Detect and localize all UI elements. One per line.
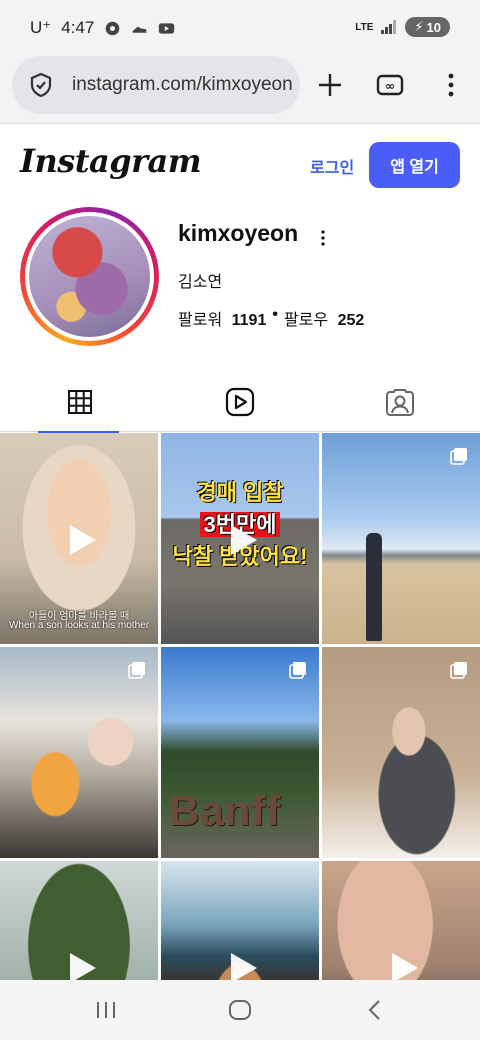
tab-posts[interactable] — [0, 372, 160, 433]
browser-menu-button[interactable] — [436, 70, 466, 100]
tab-reels[interactable] — [160, 372, 320, 432]
followers-label: 팔로워 — [178, 312, 223, 329]
status-bar: U⁺ 4:47 LTE ⚡ 10 — [0, 0, 480, 56]
home-button[interactable] — [225, 998, 255, 1022]
post-thumbnail[interactable]: 경매 입찰 3번만에 낙찰 받았어요! — [161, 433, 319, 644]
back-button[interactable] — [360, 998, 390, 1022]
post-caption-bottom: When a son looks at his mother — [8, 620, 150, 631]
system-navigation-bar — [0, 980, 480, 1040]
post-sign-text: Banff — [169, 787, 282, 834]
multiple-images-icon — [128, 662, 145, 679]
home-icon — [229, 1000, 251, 1020]
login-link[interactable]: 로그인 — [310, 154, 354, 178]
play-icon — [231, 524, 257, 555]
svg-text:∞: ∞ — [385, 79, 395, 93]
avatar-image — [29, 216, 150, 337]
carrier-label: U⁺ — [30, 18, 52, 37]
post-thumbnail[interactable] — [161, 861, 319, 980]
open-app-button[interactable]: 앱 열기 — [369, 142, 460, 188]
menu-icon — [448, 73, 454, 97]
network-label: LTE — [355, 21, 374, 33]
instagram-logo[interactable]: Instagram — [20, 142, 202, 180]
multiple-images-icon — [289, 662, 306, 679]
battery-level: 10 — [426, 19, 441, 35]
posts-grid: 아들이 엄마를 바라볼 때 When a son looks at his mo… — [0, 433, 480, 980]
post-thumbnail[interactable] — [0, 647, 158, 858]
battery-indicator: ⚡ 10 — [405, 17, 450, 37]
recent-apps-button[interactable] — [91, 998, 121, 1022]
multiple-images-icon — [450, 448, 467, 465]
browser-toolbar: instagram.com/kimxoyeon ∞ — [0, 56, 480, 124]
grid-icon — [68, 390, 92, 414]
post-thumbnail[interactable] — [322, 647, 480, 858]
separator: • — [272, 306, 278, 323]
signal-icon — [381, 20, 397, 34]
more-options-icon[interactable] — [317, 230, 329, 250]
play-icon — [231, 952, 257, 980]
profile-full-name: 김소연 — [178, 274, 223, 291]
shoe-icon — [133, 26, 147, 33]
following-count: 252 — [337, 312, 365, 329]
play-icon — [70, 524, 96, 555]
new-tab-button[interactable] — [315, 70, 345, 100]
following-label: 팔로우 — [283, 312, 329, 329]
multiple-images-icon — [450, 662, 467, 679]
play-icon — [392, 952, 418, 980]
followers-count: 1191 — [231, 312, 267, 329]
followers-stat[interactable]: 팔로워 1191 — [178, 306, 266, 330]
person-figure — [366, 533, 382, 641]
back-icon — [368, 1000, 380, 1020]
tagged-icon — [386, 389, 414, 416]
post-thumbnail[interactable] — [322, 433, 480, 644]
post-thumbnail[interactable] — [0, 861, 158, 980]
youtube-icon — [159, 22, 175, 34]
post-overlay-text-1: 경매 입찰 — [196, 480, 284, 505]
tab-switcher-button[interactable]: ∞ — [375, 70, 405, 100]
following-stat[interactable]: 팔로우 252 — [284, 306, 364, 330]
aperture-icon — [106, 21, 120, 35]
post-thumbnail[interactable] — [322, 861, 480, 980]
reels-icon — [225, 387, 255, 417]
tab-switcher-icon: ∞ — [376, 74, 404, 96]
clock: 4:47 — [61, 18, 95, 37]
tab-tagged[interactable] — [320, 372, 480, 432]
url-text: instagram.com/kimxoyeon — [72, 74, 293, 95]
address-bar[interactable]: instagram.com/kimxoyeon — [12, 56, 300, 114]
site-info-icon[interactable] — [28, 72, 54, 98]
play-icon — [70, 952, 96, 980]
profile-stats: 팔로워 1191 • 팔로우 252 — [178, 306, 364, 330]
recent-apps-icon — [97, 1002, 115, 1018]
profile-username: kimxoyeon — [178, 220, 299, 246]
instagram-header: Instagram 로그인 앱 열기 — [0, 124, 480, 204]
avatar[interactable] — [20, 207, 159, 346]
new-tab-icon — [319, 74, 341, 96]
charging-icon: ⚡ — [414, 19, 424, 34]
post-thumbnail[interactable]: Banff — [161, 647, 319, 858]
profile-tabs — [0, 372, 480, 433]
post-thumbnail[interactable]: 아들이 엄마를 바라볼 때 When a son looks at his mo… — [0, 433, 158, 644]
